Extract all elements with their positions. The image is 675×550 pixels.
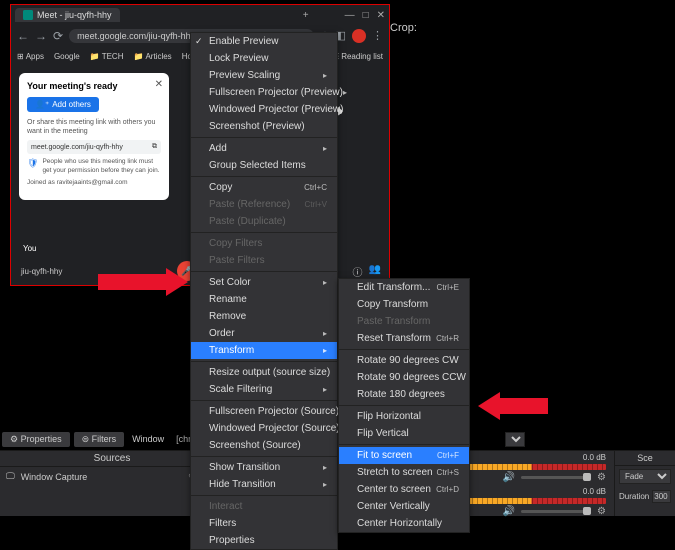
joined-as: Joined as ravitejaaints@gmail.com: [27, 179, 161, 187]
bookmark-google[interactable]: Google: [54, 52, 80, 61]
monitor-icon: 🖵: [6, 471, 15, 482]
menu-item-flip-vertical[interactable]: Flip Vertical: [339, 425, 469, 442]
menu-item-scale-filtering[interactable]: Scale Filtering▸: [191, 381, 337, 398]
desktop-volume-slider[interactable]: [521, 476, 591, 479]
menu-item-rotate-90-degrees-ccw[interactable]: Rotate 90 degrees CCW: [339, 369, 469, 386]
new-tab-icon[interactable]: +: [303, 10, 309, 21]
menu-item-rename[interactable]: Rename: [191, 291, 337, 308]
info-icon[interactable]: ⓘ: [353, 264, 363, 279]
menu-item-center-horizontally[interactable]: Center Horizontally: [339, 515, 469, 532]
menu-item-properties[interactable]: Properties: [191, 532, 337, 549]
menu-item-screenshot-source-[interactable]: Screenshot (Source): [191, 437, 337, 454]
properties-tab[interactable]: ⚙ Properties: [2, 432, 70, 447]
maximize-icon[interactable]: □: [363, 10, 369, 21]
menu-item-paste-duplicate-: Paste (Duplicate): [191, 213, 337, 230]
reload-icon[interactable]: ⟳: [53, 29, 63, 43]
meet-icon: [23, 10, 33, 20]
menu-item-fullscreen-projector-preview-[interactable]: Fullscreen Projector (Preview)▸: [191, 84, 337, 101]
menu-item-windowed-projector-preview-[interactable]: Windowed Projector (Preview): [191, 101, 337, 118]
close-window-icon[interactable]: ✕: [377, 10, 385, 21]
profile-avatar[interactable]: [352, 29, 366, 43]
meeting-link-box: meet.google.com/jiu-qyfh-hhy ⧉: [27, 140, 161, 154]
menu-item-rotate-180-degrees[interactable]: Rotate 180 degrees: [339, 386, 469, 403]
mixer-settings-icon[interactable]: ⚙: [597, 472, 606, 483]
menu-item-add[interactable]: Add▸: [191, 140, 337, 157]
source-label: Window Capture: [21, 472, 88, 482]
menu-item-show-transition[interactable]: Show Transition▸: [191, 459, 337, 476]
meeting-code: jiu-qyfh-hhy: [21, 267, 62, 276]
filters-tab[interactable]: ⊜ Filters: [74, 432, 125, 447]
transform-submenu[interactable]: Edit Transform...Ctrl+ECopy TransformPas…: [338, 278, 470, 533]
menu-item-stretch-to-screen[interactable]: Stretch to screenCtrl+S: [339, 464, 469, 481]
menu-item-order[interactable]: Order▸: [191, 325, 337, 342]
menu-item-center-vertically[interactable]: Center Vertically: [339, 498, 469, 515]
menu-item-set-color[interactable]: Set Color▸: [191, 274, 337, 291]
browser-tab-strip: Meet - jiu-qyfh-hhy + — □ ✕: [11, 5, 389, 25]
menu-dots-icon[interactable]: ⋮: [372, 29, 383, 43]
window-controls: + — □ ✕: [303, 10, 385, 21]
menu-item-hide-transition[interactable]: Hide Transition▸: [191, 476, 337, 493]
menu-item-preview-scaling[interactable]: Preview Scaling▸: [191, 67, 337, 84]
crop-label: Crop:: [390, 22, 417, 34]
menu-item-resize-output-source-size-[interactable]: Resize output (source size): [191, 364, 337, 381]
speaker-icon[interactable]: 🔊: [503, 506, 515, 517]
menu-item-transform[interactable]: Transform▸: [191, 342, 337, 359]
people-icon[interactable]: 👥: [369, 264, 381, 279]
transitions-panel: Sce Fade Duration: [615, 451, 675, 516]
menu-item-remove[interactable]: Remove: [191, 308, 337, 325]
menu-item-paste-transform: Paste Transform: [339, 313, 469, 330]
menu-item-paste-filters: Paste Filters: [191, 252, 337, 269]
menu-item-rotate-90-degrees-cw[interactable]: Rotate 90 degrees CW: [339, 352, 469, 369]
duration-row: Duration: [615, 487, 675, 506]
menu-item-copy-filters: Copy Filters: [191, 235, 337, 252]
menu-item-fullscreen-projector-source-[interactable]: Fullscreen Projector (Source)▸: [191, 403, 337, 420]
transitions-header: Sce: [615, 451, 675, 466]
security-text: People who use this meeting link must ge…: [42, 158, 161, 175]
small-select[interactable]: [505, 432, 525, 447]
you-label: You: [23, 244, 37, 253]
add-others-button[interactable]: 👤⁺ Add others: [27, 97, 99, 112]
close-icon[interactable]: ✕: [155, 79, 163, 90]
menu-item-interact: Interact: [191, 498, 337, 515]
menu-item-group-selected-items[interactable]: Group Selected Items: [191, 157, 337, 174]
speaker-icon[interactable]: 🔊: [503, 472, 515, 483]
bookmark-apps[interactable]: ⊞ Apps: [17, 52, 44, 61]
meeting-link: meet.google.com/jiu-qyfh-hhy: [31, 144, 123, 151]
tab-title: Meet - jiu-qyfh-hhy: [37, 10, 112, 20]
menu-item-paste-reference-: Paste (Reference)Ctrl+V: [191, 196, 337, 213]
shield-icon: 🛡: [27, 158, 38, 175]
bookmark-tech[interactable]: 📁 TECH: [90, 52, 124, 61]
minimize-icon[interactable]: —: [345, 10, 355, 21]
copy-icon[interactable]: ⧉: [152, 143, 157, 151]
forward-icon[interactable]: →: [35, 29, 47, 43]
reading-list[interactable]: ☰ Reading list: [332, 52, 383, 61]
menu-item-windowed-projector-source-[interactable]: Windowed Projector (Source): [191, 420, 337, 437]
menu-item-lock-preview[interactable]: Lock Preview: [191, 50, 337, 67]
mic-volume-slider[interactable]: [521, 510, 591, 513]
meeting-ready-card: ✕ Your meeting's ready 👤⁺ Add others Or …: [19, 73, 169, 200]
mixer-settings-icon[interactable]: ⚙: [597, 506, 606, 517]
fade-select[interactable]: Fade: [619, 469, 671, 484]
menu-item-flip-horizontal[interactable]: Flip Horizontal: [339, 408, 469, 425]
bookmark-articles[interactable]: 📁 Articles: [133, 52, 171, 61]
back-icon[interactable]: ←: [17, 29, 29, 43]
menu-item-copy[interactable]: CopyCtrl+C: [191, 179, 337, 196]
menu-item-center-to-screen[interactable]: Center to screenCtrl+D: [339, 481, 469, 498]
menu-item-reset-transform[interactable]: Reset TransformCtrl+R: [339, 330, 469, 347]
card-heading: Your meeting's ready: [27, 81, 161, 91]
menu-item-fit-to-screen[interactable]: Fit to screenCtrl+F: [339, 447, 469, 464]
menu-item-enable-preview[interactable]: ✓Enable Preview: [191, 33, 337, 50]
menu-item-edit-transform-[interactable]: Edit Transform...Ctrl+E: [339, 279, 469, 296]
browser-tab[interactable]: Meet - jiu-qyfh-hhy: [15, 8, 120, 22]
share-text: Or share this meeting link with others y…: [27, 118, 161, 136]
menu-item-screenshot-preview-[interactable]: Screenshot (Preview): [191, 118, 337, 135]
menu-item-copy-transform[interactable]: Copy Transform: [339, 296, 469, 313]
source-context-menu[interactable]: ✓Enable PreviewLock PreviewPreview Scali…: [190, 32, 338, 550]
window-label: Window: [128, 432, 168, 447]
duration-input[interactable]: [652, 490, 671, 503]
menu-item-filters[interactable]: Filters: [191, 515, 337, 532]
